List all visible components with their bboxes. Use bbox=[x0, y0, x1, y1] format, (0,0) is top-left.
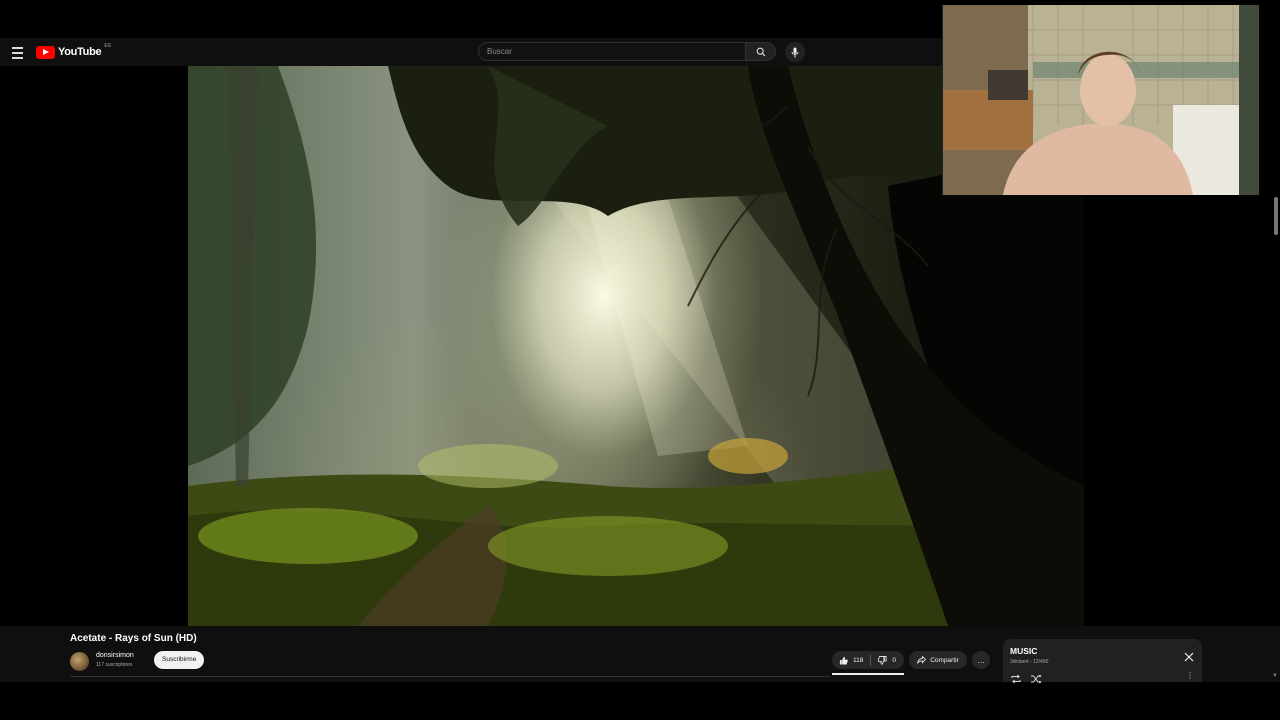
search-input[interactable] bbox=[478, 42, 746, 61]
share-label: Compartir bbox=[930, 656, 959, 664]
channel-avatar[interactable] bbox=[70, 652, 89, 671]
search-button[interactable] bbox=[746, 42, 776, 61]
playlist-shuffle-button[interactable] bbox=[1030, 671, 1042, 684]
more-actions-button[interactable]: … bbox=[972, 651, 990, 669]
playlist-menu-icon[interactable]: ⋮ bbox=[1186, 671, 1194, 680]
dislike-button[interactable]: 0 bbox=[871, 651, 903, 669]
like-dislike-group: 118 0 bbox=[832, 651, 904, 669]
playlist-close-button[interactable] bbox=[1183, 650, 1195, 662]
subscriber-count: 117 suscriptores bbox=[96, 662, 133, 668]
share-icon bbox=[917, 656, 927, 664]
playlist-title[interactable]: MUSIC bbox=[1010, 646, 1037, 656]
mic-icon bbox=[791, 47, 799, 57]
search-icon bbox=[756, 47, 765, 56]
youtube-play-icon bbox=[36, 45, 55, 59]
thumb-up-icon bbox=[839, 656, 848, 665]
share-button[interactable]: Compartir bbox=[909, 651, 967, 669]
video-title: Acetate - Rays of Sun (HD) bbox=[70, 633, 197, 644]
close-icon bbox=[1184, 652, 1194, 662]
playlist-repeat-button[interactable] bbox=[1010, 671, 1022, 684]
subscribe-button[interactable]: Suscribirme bbox=[154, 651, 205, 669]
dislike-count: 0 bbox=[892, 656, 896, 664]
logo-text: YouTube bbox=[58, 46, 102, 58]
logo-country: ES bbox=[104, 43, 111, 49]
hamburger-menu-icon[interactable] bbox=[10, 44, 26, 60]
scroll-down-arrow-icon[interactable]: ▼ bbox=[1272, 673, 1278, 679]
video-letterbox bbox=[1084, 196, 1274, 626]
repeat-icon bbox=[1011, 674, 1021, 684]
webcam-feed bbox=[943, 5, 1259, 195]
thumb-down-icon bbox=[878, 655, 887, 665]
description-divider bbox=[70, 676, 830, 677]
voice-search-button[interactable] bbox=[785, 42, 805, 62]
page-scrollbar[interactable] bbox=[1272, 196, 1280, 676]
like-count: 118 bbox=[853, 656, 864, 664]
scrollbar-thumb[interactable] bbox=[1274, 197, 1278, 235]
webcam-overlay bbox=[942, 5, 1259, 195]
youtube-logo[interactable]: YouTube ES bbox=[36, 43, 111, 59]
like-button[interactable]: 118 bbox=[832, 651, 870, 669]
playlist-subtitle: 3drobert - 12/490 bbox=[1010, 659, 1049, 665]
shuffle-icon bbox=[1031, 674, 1042, 684]
more-icon: … bbox=[977, 655, 985, 665]
like-ratio-bar bbox=[832, 673, 904, 675]
channel-name[interactable]: donsirsimon bbox=[96, 652, 134, 659]
